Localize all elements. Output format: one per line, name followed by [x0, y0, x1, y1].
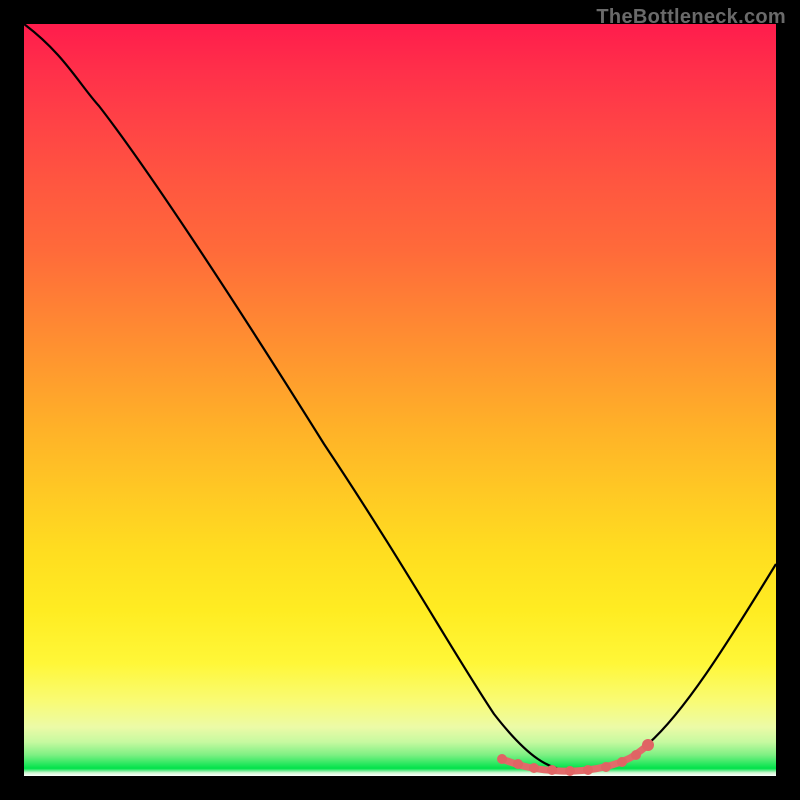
optimal-zone-marker-left [497, 754, 507, 764]
chart-curve-svg [24, 24, 776, 776]
chart-plot-area [24, 24, 776, 776]
optimal-zone-marker [529, 763, 539, 773]
optimal-zone-marker [513, 759, 523, 769]
optimal-zone-marker [617, 757, 627, 767]
bottleneck-curve-line [24, 24, 776, 771]
optimal-zone-marker [583, 765, 593, 775]
optimal-zone-marker-right [642, 739, 654, 751]
optimal-zone-marker [565, 766, 575, 776]
optimal-zone-marker [547, 765, 557, 775]
optimal-zone-marker [631, 750, 641, 760]
optimal-zone-marker [601, 762, 611, 772]
